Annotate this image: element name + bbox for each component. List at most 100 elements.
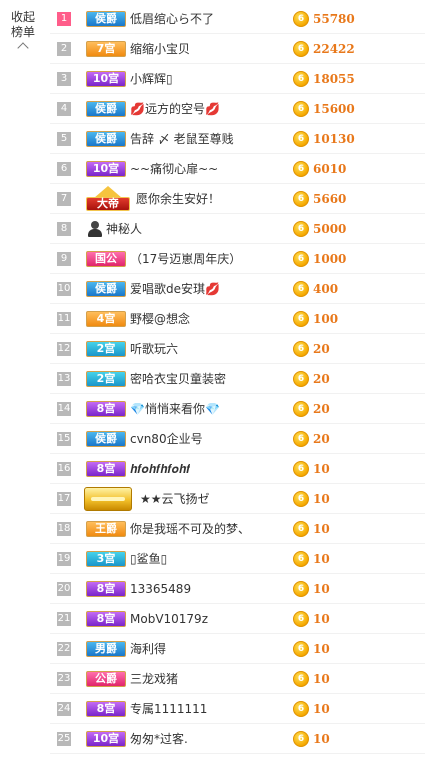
ranking-row[interactable]: 18 王爵 你是我瑶不可及的梦、 6 10 <box>50 514 425 544</box>
ranking-row[interactable]: 9 国公 （17号迈崽周年庆） 6 1000 <box>50 244 425 274</box>
ranking-row[interactable]: 16 8宫 𝒉𝒇𝒐𝒉𝒇𝒉𝒇𝒐𝒉𝒇 6 10 <box>50 454 425 484</box>
coin-icon: 6 <box>293 701 309 717</box>
user-name[interactable]: 三龙戏猪 <box>130 671 178 687</box>
coin-icon: 6 <box>293 101 309 117</box>
rank-number: 23 <box>57 672 71 686</box>
coin-icon: 6 <box>293 641 309 657</box>
coin-icon: 6 <box>293 581 309 597</box>
user-name[interactable]: 小辉辉▯ <box>130 71 173 87</box>
ranking-row[interactable]: 23 公爵 三龙戏猪 6 10 <box>50 664 425 694</box>
coin-icon: 6 <box>293 431 309 447</box>
user-name[interactable]: 爱唱歌de安琪💋 <box>130 281 220 297</box>
coin-icon: 6 <box>293 71 309 87</box>
rank-badge: 8宫 <box>86 581 126 597</box>
ranking-row[interactable]: 17 ★★云飞扬ゼ 6 10 <box>50 484 425 514</box>
ranking-row[interactable]: 14 8宫 💎悄悄来看你💎 6 20 <box>50 394 425 424</box>
contribution-score: 20 <box>313 432 330 446</box>
ranking-row[interactable]: 25 10宫 匆匆*过客. 6 10 <box>50 724 425 754</box>
user-name[interactable]: 听歌玩六 <box>130 341 178 357</box>
rank-number: 7 <box>57 192 71 206</box>
avatar-head <box>91 221 99 229</box>
coin-icon: 6 <box>293 611 309 627</box>
user-name[interactable]: （17号迈崽周年庆） <box>130 251 241 267</box>
coin-icon: 6 <box>293 521 309 537</box>
user-name[interactable]: ▯鲨鱼▯ <box>130 551 167 567</box>
user-name[interactable]: cvn80企业号 <box>130 431 203 447</box>
ranking-row[interactable]: 20 8宫 13365489 6 10 <box>50 574 425 604</box>
coin-icon: 6 <box>293 671 309 687</box>
ranking-row[interactable]: 12 2宫 听歌玩六 6 20 <box>50 334 425 364</box>
user-name[interactable]: 愿你余生安好！ <box>136 191 220 207</box>
contribution-score: 10 <box>313 732 330 746</box>
rank-number: 22 <box>57 642 71 656</box>
user-name[interactable]: MobV10179z <box>130 611 208 627</box>
ranking-row[interactable]: 19 3宫 ▯鲨鱼▯ 6 10 <box>50 544 425 574</box>
ranking-row[interactable]: 7 大帝 愿你余生安好！ 6 5660 <box>50 184 425 214</box>
rank-number: 25 <box>57 732 71 746</box>
ranking-row[interactable]: 13 2宫 密哈衣宝贝童装密 6 20 <box>50 364 425 394</box>
user-name[interactable]: 13365489 <box>130 581 191 597</box>
collapse-ranking-button[interactable]: 收起榜单 <box>6 10 40 54</box>
user-name[interactable]: ★★云飞扬ゼ <box>140 491 210 507</box>
user-name[interactable]: ~~痛彻心扉~~ <box>130 161 218 177</box>
crown-badge-label: 大帝 <box>86 197 130 211</box>
user-name[interactable]: 野樱@想念 <box>130 311 190 327</box>
contribution-score: 1000 <box>313 252 347 266</box>
user-name[interactable]: 缩缩小宝贝 <box>130 41 190 57</box>
rank-badge: 8宫 <box>86 701 126 717</box>
contribution-score: 400 <box>313 282 339 296</box>
ranking-row[interactable]: 2 7宫 缩缩小宝贝 6 22422 <box>50 34 425 64</box>
coin-icon: 6 <box>293 341 309 357</box>
rank-number: 11 <box>57 312 71 326</box>
contribution-score: 20 <box>313 402 330 416</box>
user-name[interactable]: 💎悄悄来看你💎 <box>130 401 220 417</box>
contribution-score: 10 <box>313 552 330 566</box>
user-name[interactable]: 告辞 〆 老鼠至尊贱 <box>130 131 234 147</box>
ranking-row[interactable]: 4 侯爵 💋远方的空号💋 6 15600 <box>50 94 425 124</box>
contribution-score: 22422 <box>313 42 355 56</box>
rank-number: 1 <box>57 12 71 26</box>
ranking-row[interactable]: 3 10宫 小辉辉▯ 6 18055 <box>50 64 425 94</box>
rank-badge: 10宫 <box>86 71 126 87</box>
contribution-score: 18055 <box>313 72 355 86</box>
ranking-row[interactable]: 6 10宫 ~~痛彻心扉~~ 6 6010 <box>50 154 425 184</box>
ranking-row[interactable]: 1 侯爵 低眉绾心ら不了 6 55780 <box>50 4 425 34</box>
user-name[interactable]: 密哈衣宝贝童装密 <box>130 371 226 387</box>
ranking-row[interactable]: 22 男爵 海利得 6 10 <box>50 634 425 664</box>
rank-number: 19 <box>57 552 71 566</box>
rank-number: 16 <box>57 462 71 476</box>
user-name[interactable]: 𝒉𝒇𝒐𝒉𝒇𝒉𝒇𝒐𝒉𝒇 <box>130 461 190 477</box>
ranking-row[interactable]: 8 神秘人 6 5000 <box>50 214 425 244</box>
rank-badge: 侯爵 <box>86 131 126 147</box>
ranking-row[interactable]: 11 4宫 野樱@想念 6 100 <box>50 304 425 334</box>
rank-badge: 侯爵 <box>86 101 126 117</box>
ranking-row[interactable]: 10 侯爵 爱唱歌de安琪💋 6 400 <box>50 274 425 304</box>
ranking-row[interactable]: 24 8宫 专属1111111 6 10 <box>50 694 425 724</box>
user-name[interactable]: 神秘人 <box>106 221 142 237</box>
collapse-label: 收起榜单 <box>10 10 35 39</box>
user-name[interactable]: 你是我瑶不可及的梦、 <box>130 521 250 537</box>
user-name[interactable]: 匆匆*过客. <box>130 731 188 747</box>
rank-badge: 王爵 <box>86 521 126 537</box>
user-name[interactable]: 专属1111111 <box>130 701 207 717</box>
ranking-row[interactable]: 5 侯爵 告辞 〆 老鼠至尊贱 6 10130 <box>50 124 425 154</box>
ranking-row[interactable]: 21 8宫 MobV10179z 6 10 <box>50 604 425 634</box>
contribution-score: 20 <box>313 372 330 386</box>
rank-badge: 7宫 <box>86 41 126 57</box>
rank-number: 12 <box>57 342 71 356</box>
rank-number: 17 <box>57 492 71 506</box>
rank-badge: 2宫 <box>86 341 126 357</box>
contribution-score: 5660 <box>313 192 347 206</box>
rank-number: 6 <box>57 162 71 176</box>
avatar-body <box>88 229 102 237</box>
rank-badge: 8宫 <box>86 401 126 417</box>
rank-number: 15 <box>57 432 71 446</box>
contribution-score: 10 <box>313 582 330 596</box>
coin-icon: 6 <box>293 731 309 747</box>
coin-icon: 6 <box>293 11 309 27</box>
user-name[interactable]: 💋远方的空号💋 <box>130 101 220 117</box>
ranking-row[interactable]: 15 侯爵 cvn80企业号 6 20 <box>50 424 425 454</box>
user-name[interactable]: 低眉绾心ら不了 <box>130 11 214 27</box>
user-name[interactable]: 海利得 <box>130 641 166 657</box>
rank-number: 13 <box>57 372 71 386</box>
